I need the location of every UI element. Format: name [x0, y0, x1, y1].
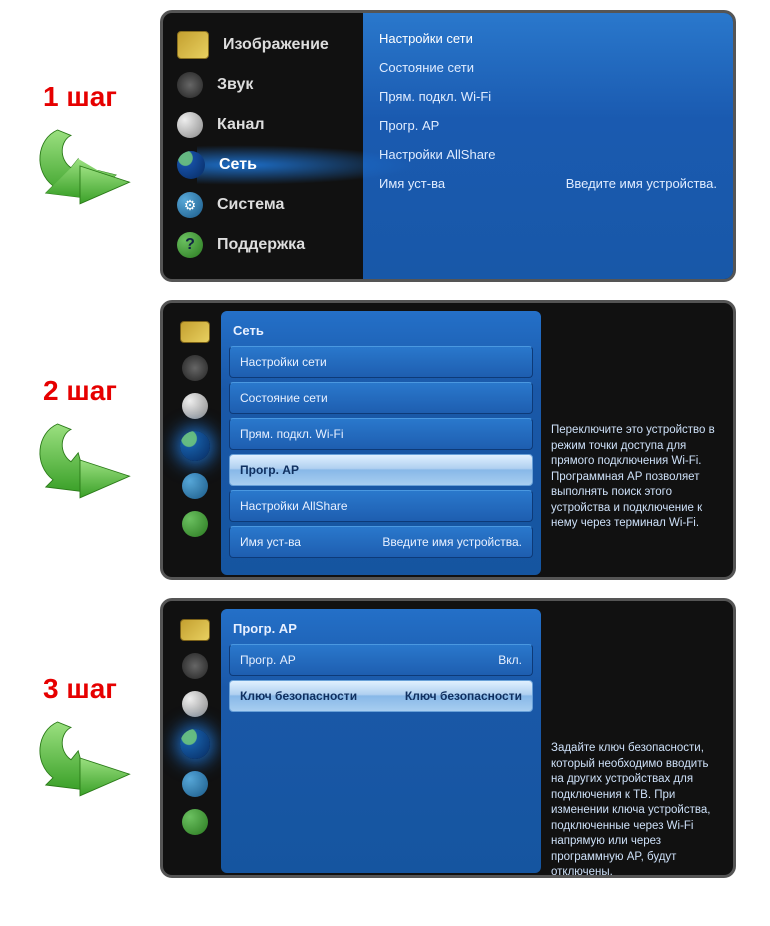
submenu-soft-ap[interactable]: Прогр. AP — [379, 118, 717, 133]
tv-screen-step2: Сеть Настройки сети Состояние сети Прям.… — [160, 300, 736, 580]
submenu-panel: Настройки сети Состояние сети Прям. подк… — [363, 13, 733, 279]
icon-rail — [175, 619, 215, 835]
row-net-status[interactable]: Состояние сети — [229, 382, 533, 414]
row-soft-ap-toggle[interactable]: Прогр. AP Вкл. — [229, 644, 533, 676]
submenu-device-name[interactable]: Имя уст-ва Введите имя устройства. — [379, 176, 717, 191]
step-2-label: 2 шаг — [43, 375, 117, 407]
sound-icon[interactable] — [182, 355, 208, 381]
row-wifi-direct[interactable]: Прям. подкл. Wi-Fi — [229, 418, 533, 450]
row-soft-ap[interactable]: Прогр. AP — [229, 454, 533, 486]
sound-icon[interactable] — [182, 653, 208, 679]
network-icon — [177, 151, 205, 179]
help-text: Задайте ключ безопасности, который необх… — [551, 741, 721, 878]
help-text: Переключите это устройство в режим точки… — [551, 423, 721, 532]
step-arrow-icon — [25, 415, 135, 505]
menu-item-picture[interactable]: Изображение — [177, 25, 363, 65]
sec-key-value: Ключ безопасности — [405, 689, 522, 703]
menu-label: Система — [217, 196, 284, 214]
panel-empty-area — [229, 714, 533, 864]
tv-screen-step1: Изображение Звук Канал Сеть ⚙ Сист — [160, 10, 736, 282]
step-3-label: 3 шаг — [43, 673, 117, 705]
tv-screen-step3: Прогр. AP Прогр. AP Вкл. Ключ безопаснос… — [160, 598, 736, 878]
sound-icon — [177, 72, 203, 98]
panel-title: Прогр. AP — [229, 615, 533, 644]
soft-ap-label: Прогр. AP — [240, 653, 296, 667]
step-arrow-icon — [25, 713, 135, 803]
picture-icon[interactable] — [180, 321, 210, 343]
sec-key-label: Ключ безопасности — [240, 689, 357, 703]
row-net-settings[interactable]: Настройки сети — [229, 346, 533, 378]
panel-title: Сеть — [229, 317, 533, 346]
network-icon[interactable] — [180, 729, 210, 759]
menu-item-channel[interactable]: Канал — [177, 105, 363, 145]
channel-icon — [177, 112, 203, 138]
submenu-net-status[interactable]: Состояние сети — [379, 60, 717, 75]
support-icon: ? — [177, 232, 203, 258]
support-icon[interactable] — [182, 511, 208, 537]
device-name-value: Введите имя устройства. — [382, 535, 522, 549]
icon-rail — [175, 321, 215, 537]
channel-icon[interactable] — [182, 393, 208, 419]
network-panel: Сеть Настройки сети Состояние сети Прям.… — [221, 311, 541, 575]
soft-ap-value: Вкл. — [498, 653, 522, 667]
row-allshare[interactable]: Настройки AllShare — [229, 490, 533, 522]
device-name-label: Имя уст-ва — [240, 535, 301, 549]
submenu-allshare[interactable]: Настройки AllShare — [379, 147, 717, 162]
menu-item-system[interactable]: ⚙ Система — [177, 185, 363, 225]
menu-label: Изображение — [223, 36, 329, 54]
main-menu: Изображение Звук Канал Сеть ⚙ Сист — [163, 13, 363, 279]
submenu-wifi-direct[interactable]: Прям. подкл. Wi-Fi — [379, 89, 717, 104]
device-name-value: Введите имя устройства. — [566, 176, 717, 191]
menu-label: Канал — [217, 116, 265, 134]
row-security-key[interactable]: Ключ безопасности Ключ безопасности — [229, 680, 533, 712]
menu-label: Звук — [217, 76, 253, 94]
network-icon[interactable] — [180, 431, 210, 461]
menu-item-network[interactable]: Сеть — [177, 145, 363, 185]
menu-item-support[interactable]: ? Поддержка — [177, 225, 363, 265]
step-1-label: 1 шаг — [43, 81, 117, 113]
step-arrow-icon — [25, 121, 135, 211]
support-icon[interactable] — [182, 809, 208, 835]
system-icon[interactable] — [182, 473, 208, 499]
row-device-name[interactable]: Имя уст-ва Введите имя устройства. — [229, 526, 533, 558]
channel-icon[interactable] — [182, 691, 208, 717]
picture-icon[interactable] — [180, 619, 210, 641]
soft-ap-panel: Прогр. AP Прогр. AP Вкл. Ключ безопаснос… — [221, 609, 541, 873]
picture-icon — [177, 31, 209, 59]
menu-label: Сеть — [219, 156, 257, 174]
submenu-net-settings[interactable]: Настройки сети — [379, 31, 717, 46]
system-icon[interactable] — [182, 771, 208, 797]
system-icon: ⚙ — [177, 192, 203, 218]
menu-label: Поддержка — [217, 236, 305, 254]
menu-item-sound[interactable]: Звук — [177, 65, 363, 105]
